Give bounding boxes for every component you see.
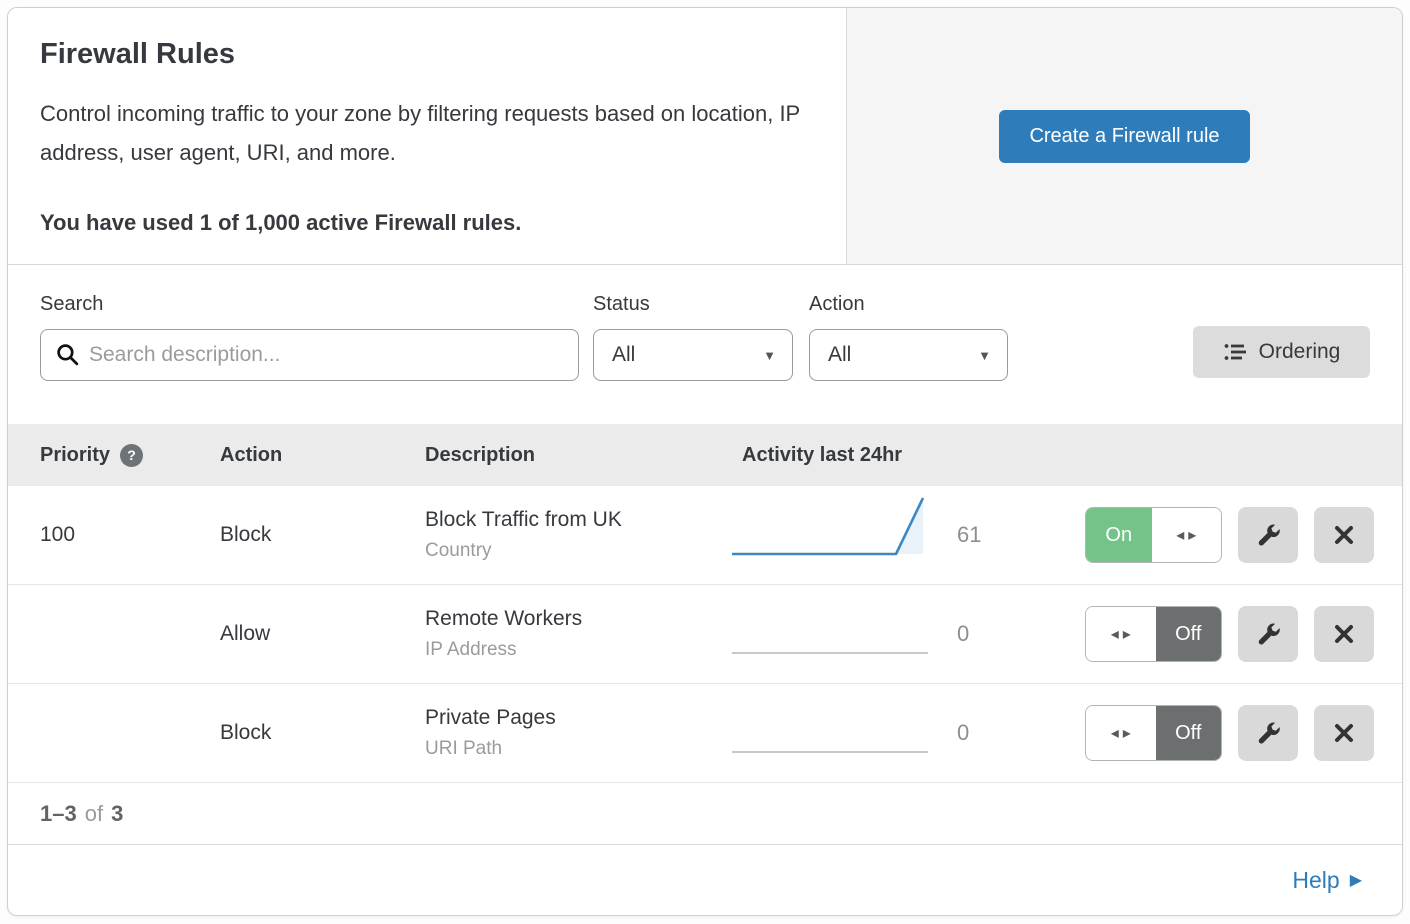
help-link[interactable]: Help ▶ — [1292, 867, 1362, 894]
rule-action: Allow — [220, 622, 425, 646]
help-link-label: Help — [1292, 867, 1339, 894]
edit-rule-button[interactable] — [1238, 507, 1298, 563]
column-header-action: Action — [220, 444, 425, 467]
create-firewall-rule-button[interactable]: Create a Firewall rule — [999, 110, 1249, 163]
filter-bar: Search Status All ▼ Action All ▼ — [8, 265, 1402, 424]
pagination-range: 1–3 — [40, 801, 77, 827]
row-controls: ◂▸ Off — [1085, 606, 1402, 662]
delete-rule-button[interactable] — [1314, 507, 1374, 563]
action-selected-value: All — [828, 343, 851, 367]
rule-enabled-toggle[interactable]: On ◂▸ — [1085, 507, 1222, 563]
firewall-rules-panel: Firewall Rules Control incoming traffic … — [7, 7, 1403, 916]
rule-description: Private Pages — [425, 706, 718, 730]
activity-count: 0 — [923, 720, 1085, 746]
activity-sparkline — [718, 688, 923, 782]
rule-description-cell: Private Pages URI Path — [425, 706, 718, 760]
table-header-row: Priority ? Action Description Activity l… — [8, 424, 1402, 486]
search-group: Search — [40, 293, 579, 381]
rule-description-cell: Block Traffic from UK Country — [425, 508, 718, 562]
wrench-icon — [1255, 720, 1282, 747]
arrow-right-icon: ▶ — [1350, 870, 1362, 890]
header-action-panel: Create a Firewall rule — [846, 8, 1402, 264]
delete-rule-button[interactable] — [1314, 705, 1374, 761]
edit-rule-button[interactable] — [1238, 606, 1298, 662]
pagination-bar: 1–3 of 3 — [8, 783, 1402, 845]
ordered-list-icon — [1223, 340, 1247, 364]
column-header-activity: Activity last 24hr — [718, 444, 1402, 467]
action-select[interactable]: All ▼ — [809, 329, 1008, 381]
table-row: Block Private Pages URI Path 0 ◂▸ Off — [8, 684, 1402, 783]
status-select[interactable]: All ▼ — [593, 329, 793, 381]
rule-enabled-toggle[interactable]: ◂▸ Off — [1085, 606, 1222, 662]
rule-action: Block — [220, 721, 425, 745]
activity-count: 0 — [923, 621, 1085, 647]
column-header-description: Description — [425, 444, 718, 467]
status-selected-value: All — [612, 343, 635, 367]
activity-sparkline — [718, 490, 923, 584]
edit-rule-button[interactable] — [1238, 705, 1298, 761]
row-controls: ◂▸ Off — [1085, 705, 1402, 761]
toggle-handle-arrows-icon[interactable]: ◂▸ — [1152, 508, 1222, 562]
activity-count: 61 — [923, 522, 1085, 548]
toggle-on-segment[interactable]: On — [1086, 508, 1152, 562]
row-controls: On ◂▸ — [1085, 507, 1402, 563]
search-wrap — [40, 329, 579, 381]
search-icon — [55, 342, 80, 367]
toggle-off-segment[interactable]: Off — [1156, 607, 1222, 661]
help-bar: Help ▶ — [8, 845, 1402, 915]
wrench-icon — [1255, 522, 1282, 549]
pagination-total: 3 — [111, 801, 123, 827]
action-label: Action — [809, 293, 1008, 316]
rule-match-type: IP Address — [425, 639, 718, 661]
search-label: Search — [40, 293, 579, 316]
rule-action: Block — [220, 523, 425, 547]
priority-help-icon[interactable]: ? — [120, 444, 143, 467]
rule-match-type: URI Path — [425, 738, 718, 760]
chevron-down-icon: ▼ — [978, 348, 991, 363]
rule-priority: 100 — [8, 523, 220, 547]
rule-description: Block Traffic from UK — [425, 508, 718, 532]
status-filter-group: Status All ▼ — [593, 293, 793, 381]
rule-enabled-toggle[interactable]: ◂▸ Off — [1085, 705, 1222, 761]
table-row: Allow Remote Workers IP Address 0 ◂▸ Off — [8, 585, 1402, 684]
rule-description-cell: Remote Workers IP Address — [425, 607, 718, 661]
close-icon — [1332, 721, 1356, 745]
toggle-off-segment[interactable]: Off — [1156, 706, 1222, 760]
chevron-down-icon: ▼ — [763, 348, 776, 363]
column-header-priority: Priority ? — [8, 444, 220, 467]
page-header: Firewall Rules Control incoming traffic … — [8, 8, 1402, 265]
table-row: 100 Block Block Traffic from UK Country … — [8, 486, 1402, 585]
header-text-block: Firewall Rules Control incoming traffic … — [8, 8, 846, 264]
page-title: Firewall Rules — [40, 38, 814, 71]
ordering-button[interactable]: Ordering — [1193, 326, 1370, 378]
status-label: Status — [593, 293, 793, 316]
rule-match-type: Country — [425, 540, 718, 562]
toggle-handle-arrows-icon[interactable]: ◂▸ — [1086, 706, 1156, 760]
delete-rule-button[interactable] — [1314, 606, 1374, 662]
rule-description: Remote Workers — [425, 607, 718, 631]
activity-sparkline — [718, 589, 923, 683]
close-icon — [1332, 622, 1356, 646]
search-input[interactable] — [40, 329, 579, 381]
wrench-icon — [1255, 621, 1282, 648]
ordering-button-label: Ordering — [1259, 340, 1341, 364]
toggle-handle-arrows-icon[interactable]: ◂▸ — [1086, 607, 1156, 661]
pagination-of: of — [85, 801, 103, 827]
close-icon — [1332, 523, 1356, 547]
page-description: Control incoming traffic to your zone by… — [40, 95, 814, 172]
action-filter-group: Action All ▼ — [809, 293, 1008, 381]
usage-note: You have used 1 of 1,000 active Firewall… — [40, 210, 814, 236]
